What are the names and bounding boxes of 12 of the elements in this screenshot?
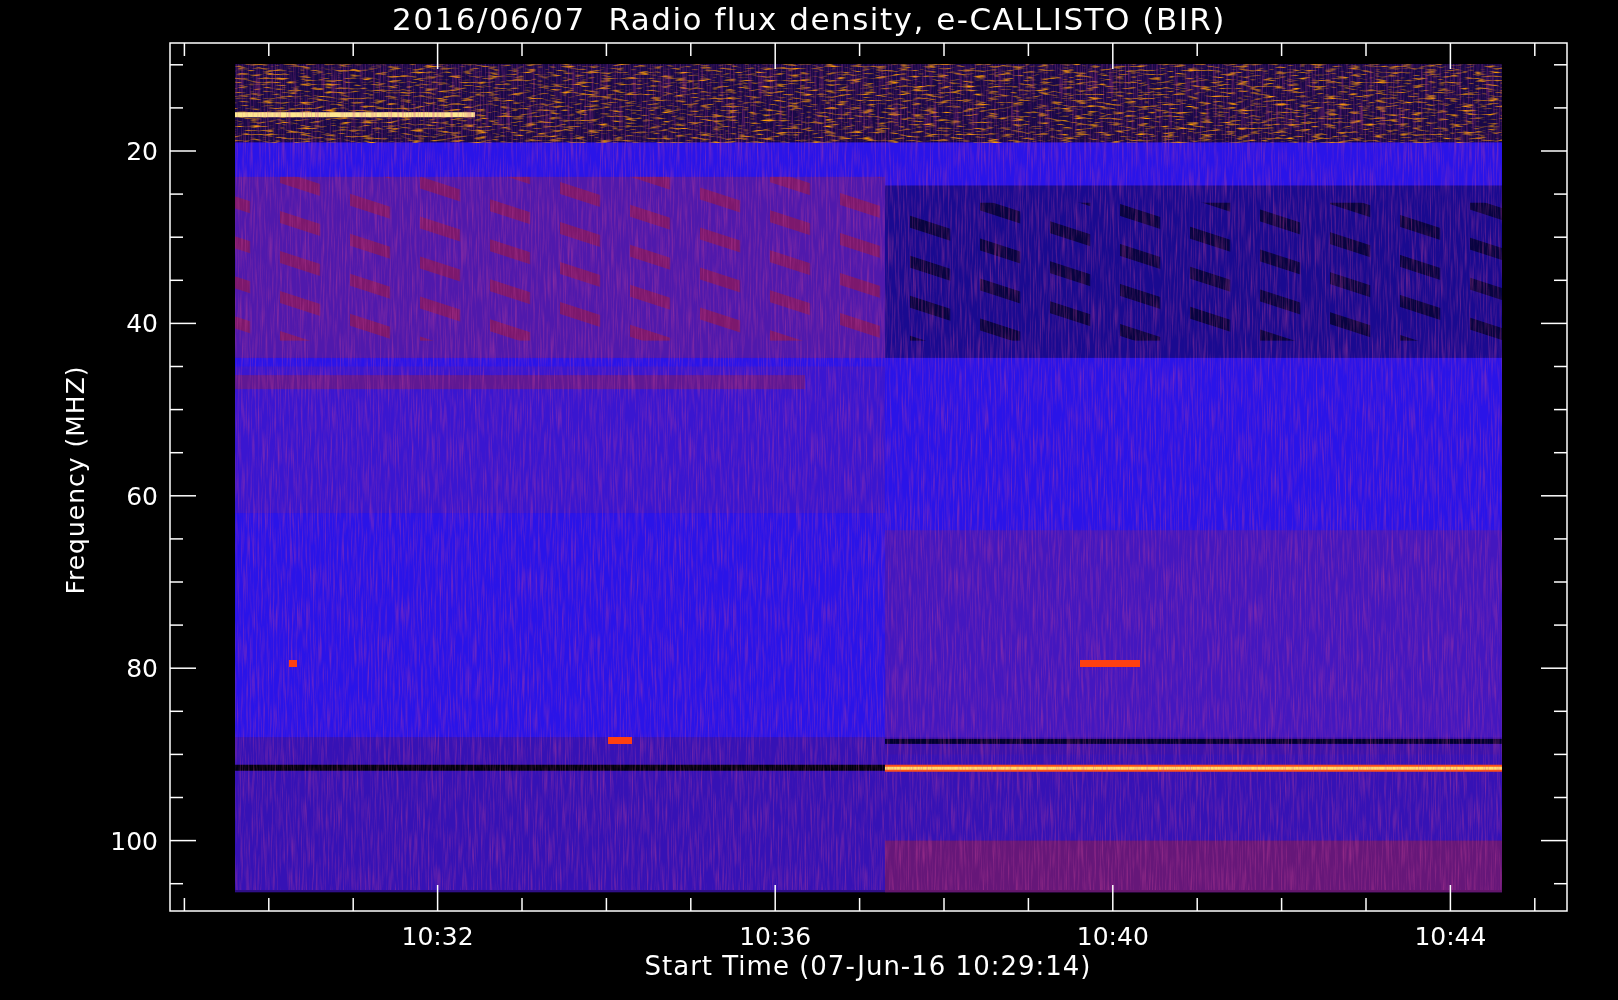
tick-label: 40 bbox=[126, 309, 158, 339]
tick-label: 60 bbox=[126, 481, 158, 511]
axis-label: Frequency (MHZ) bbox=[61, 365, 90, 595]
tick-label: 20 bbox=[126, 137, 158, 166]
tick-label: 10:32 bbox=[401, 922, 474, 951]
tick-label: 10:40 bbox=[1076, 922, 1149, 951]
plot-title: 2016/06/07 Radio flux density, e-CALLISTO (BIR) bbox=[392, 1, 1226, 37]
tick-label: 80 bbox=[126, 654, 158, 684]
axis-label: Start Time (07-Jun-16 10:29:14) bbox=[644, 951, 1092, 981]
tick-label: 10:44 bbox=[1414, 922, 1487, 951]
tick-label: 10:36 bbox=[739, 922, 812, 951]
tick-label: 100 bbox=[110, 826, 158, 856]
